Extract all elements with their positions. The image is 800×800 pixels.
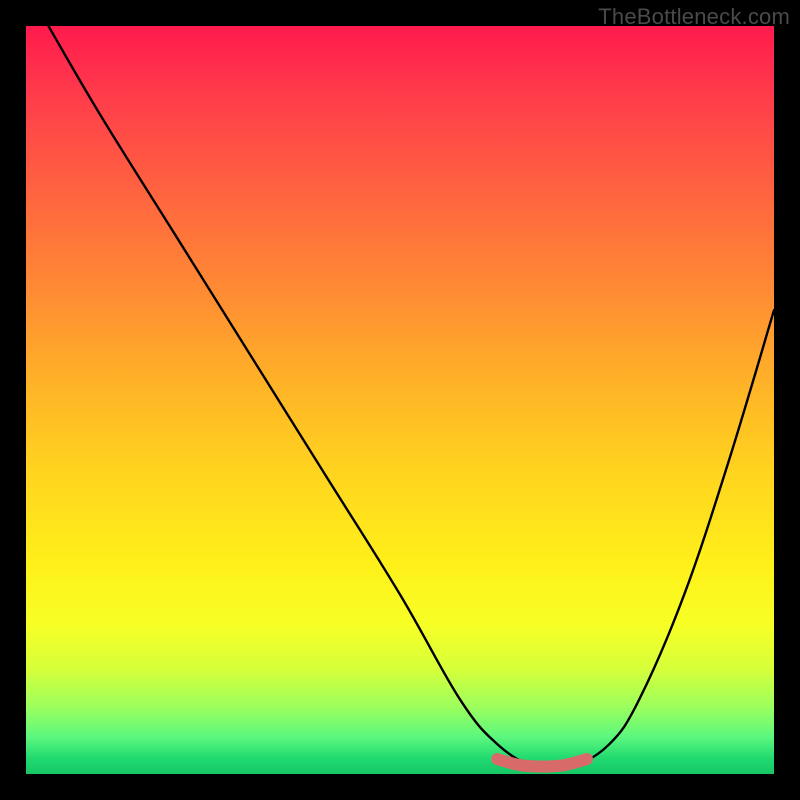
plateau-highlight-line [497,759,587,766]
bottleneck-curve-line [48,26,774,770]
chart-frame [26,26,774,774]
chart-svg [26,26,774,774]
